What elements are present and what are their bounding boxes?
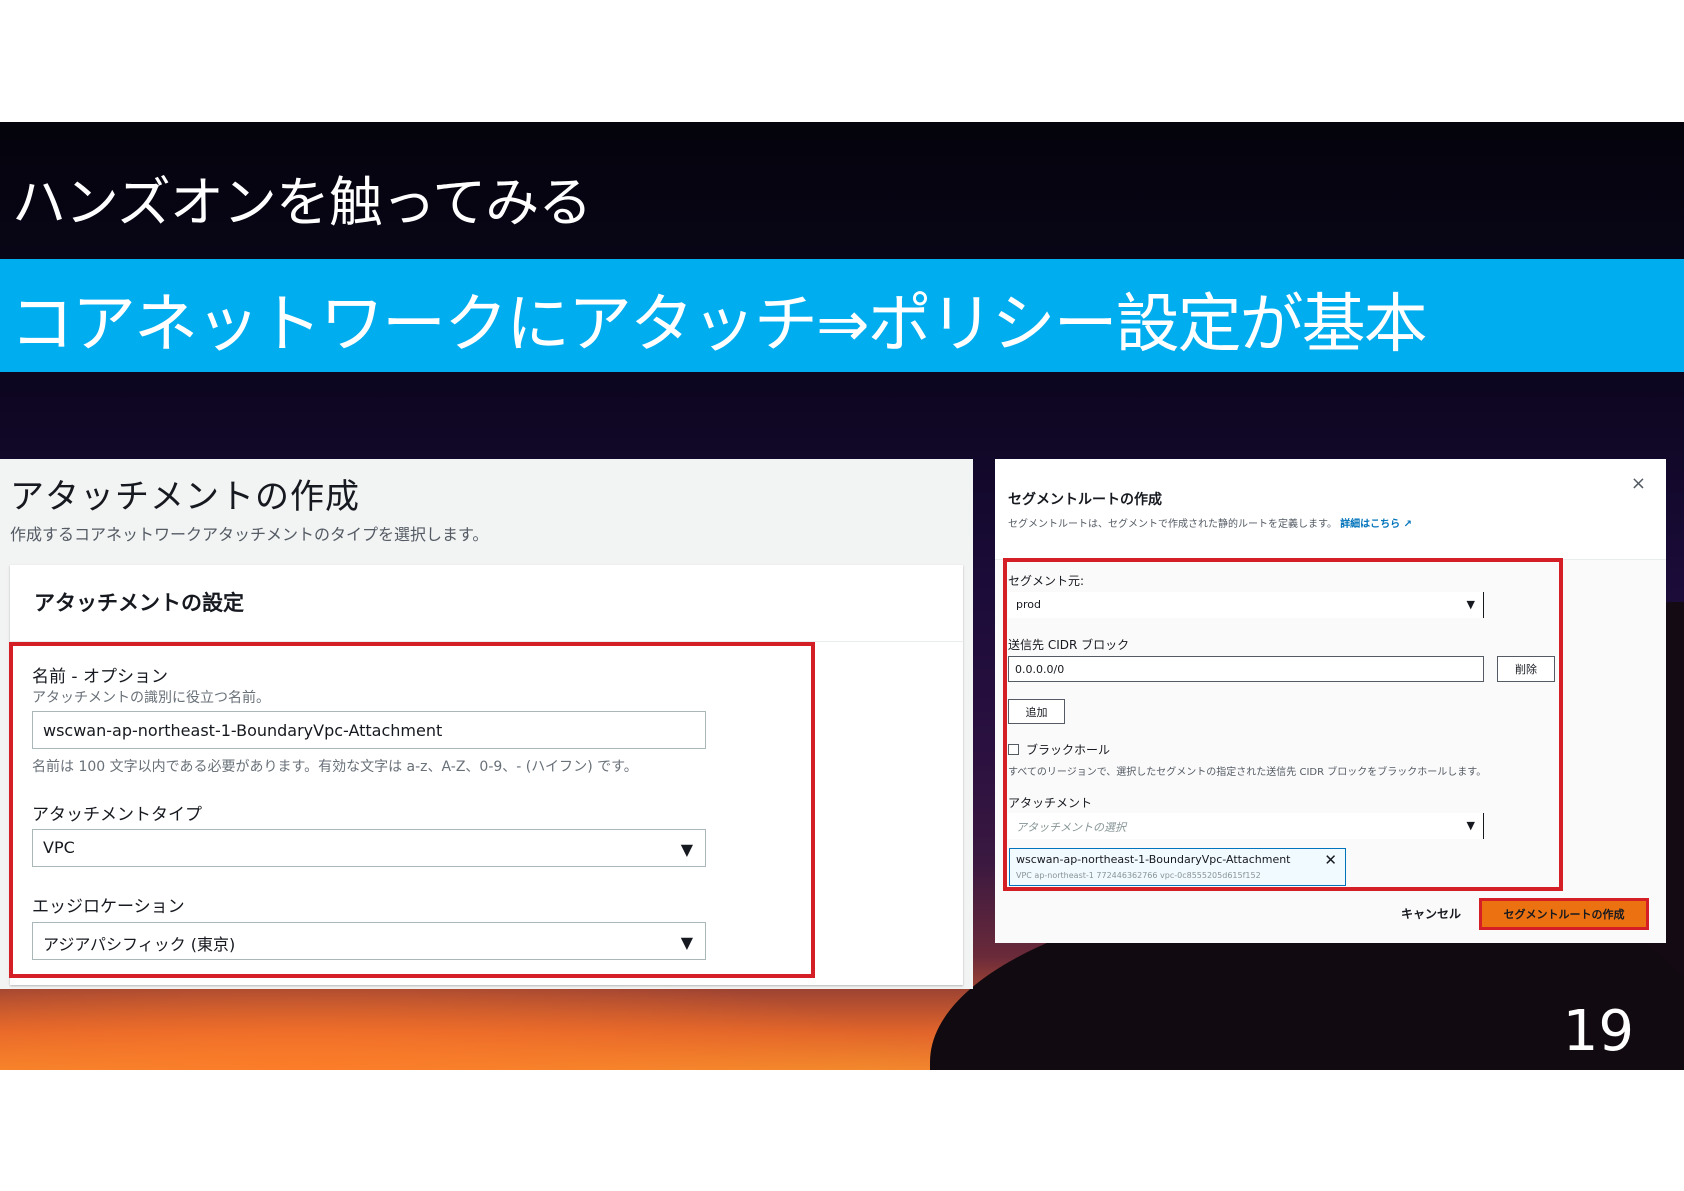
modal-description: セグメントルートは、セグメントで作成された静的ルートを定義します。 詳細はこちら… — [1008, 515, 1412, 530]
page-description: 作成するコアネットワークアタッチメントのタイプを選択します。 — [10, 525, 489, 544]
modal-title: セグメントルートの作成 — [1008, 492, 1162, 508]
subtitle-banner: コアネットワークにアタッチ⇒ポリシー設定が基本 — [0, 259, 1684, 372]
modal-description-text: セグメントルートは、セグメントで作成された静的ルートを定義します。 — [1008, 519, 1337, 530]
page-number: 19 — [1562, 999, 1634, 1064]
card-title: アタッチメントの設定 — [34, 591, 244, 615]
create-segment-route-button[interactable]: セグメントルートの作成 — [1479, 898, 1649, 930]
page-title: アタッチメントの作成 — [10, 477, 360, 517]
modal-header: セグメントルートの作成 セグメントルートは、セグメントで作成された静的ルートを定… — [995, 459, 1666, 560]
learn-more-link[interactable]: 詳細はこちら ↗ — [1340, 519, 1412, 530]
card-header: アタッチメントの設定 — [10, 565, 963, 642]
close-icon[interactable]: × — [1631, 473, 1646, 494]
highlight-box-left — [9, 642, 815, 978]
external-link-icon: ↗ — [1403, 519, 1413, 530]
learn-more-link-text: 詳細はこちら — [1340, 519, 1401, 530]
cancel-button[interactable]: キャンセル — [1401, 905, 1461, 922]
highlight-box-right — [1003, 558, 1563, 891]
slide-subtitle: コアネットワークにアタッチ⇒ポリシー設定が基本 — [10, 288, 1428, 362]
slide-title: ハンズオンを触ってみる — [12, 171, 592, 234]
